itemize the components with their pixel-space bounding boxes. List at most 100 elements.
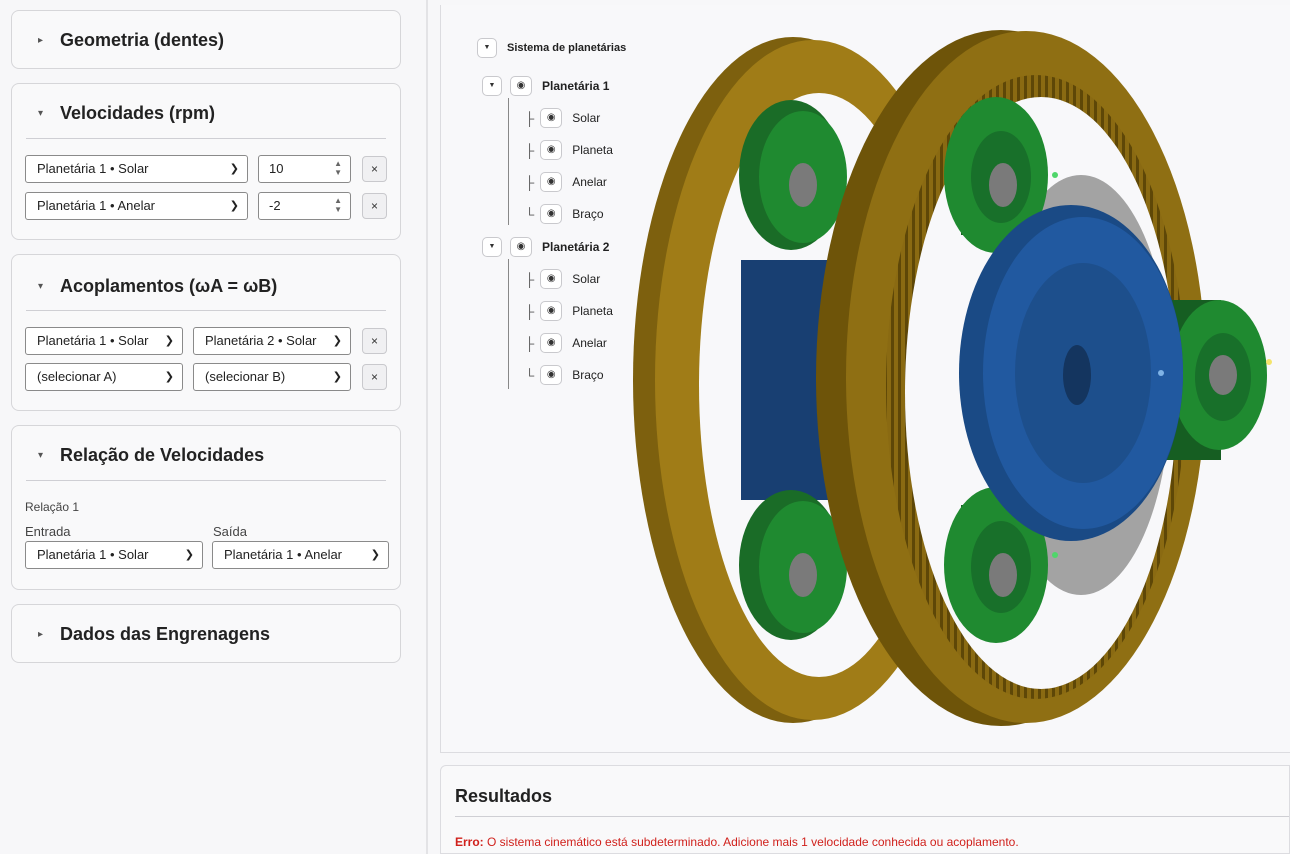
velocity-element-select[interactable]: Planetária 1 • Anelar ❯ (25, 192, 248, 220)
eye-icon[interactable]: ◉ (540, 365, 563, 385)
error-prefix: Erro: (455, 835, 484, 849)
error-text: O sistema cinemático está subdeterminado… (487, 835, 1019, 849)
section-acoplamentos-header[interactable]: ▾ Acoplamentos (ωA = ωB) (12, 255, 400, 317)
tree-branch-icon: ├ (525, 110, 535, 126)
tree-item: └ ◉ Braço (525, 204, 604, 224)
tree-item-label: Braço (572, 368, 604, 382)
tree-item-label: Solar (572, 111, 601, 125)
tree-branch-icon: ├ (525, 271, 535, 287)
tree-connector-line (508, 98, 509, 225)
divider (26, 480, 386, 481)
eye-icon[interactable]: ◉ (510, 76, 532, 96)
remove-coupling-button[interactable]: × (362, 364, 387, 390)
select-value: Planetária 1 • Solar (37, 333, 149, 348)
eye-icon[interactable]: ◉ (540, 333, 563, 353)
section-velocidades-header[interactable]: ▾ Velocidades (rpm) (12, 84, 400, 142)
gear-3d-viewer[interactable]: ▼ Sistema de planetárias ▼ ◉ Planetária … (440, 5, 1290, 753)
section-acoplamentos: ▾ Acoplamentos (ωA = ωB) Planetária 1 • … (11, 254, 401, 411)
tree-group-2: ▼ ◉ Planetária 2 (482, 237, 609, 257)
section-relacao: ▾ Relação de Velocidades Relação 1 Entra… (11, 425, 401, 590)
down-triangle-icon: ▾ (38, 449, 44, 461)
down-triangle-icon[interactable]: ▼ (477, 38, 497, 58)
tree-branch-icon: ├ (525, 142, 535, 158)
divider (26, 138, 386, 139)
tree-connector-line (508, 259, 509, 389)
chevron-down-icon: ❯ (229, 200, 239, 212)
select-value: Planetária 1 • Solar (37, 161, 149, 176)
sun-gear-front (959, 205, 1183, 541)
tree-item: ├ ◉ Planeta (525, 140, 613, 160)
section-relacao-header[interactable]: ▾ Relação de Velocidades (12, 426, 400, 484)
section-geometria: ▸ Geometria (dentes) (11, 10, 401, 69)
error-message: Erro: O sistema cinemático está subdeter… (455, 835, 1019, 849)
tree-item: ├ ◉ Solar (525, 269, 600, 289)
eye-icon[interactable]: ◉ (510, 237, 532, 257)
section-geometria-header[interactable]: ▸ Geometria (dentes) (12, 11, 400, 69)
marker-dot (1158, 370, 1164, 376)
right-triangle-icon: ▸ (38, 34, 44, 46)
input-label: Entrada (25, 524, 71, 539)
tree-group-label: Planetária 1 (542, 79, 610, 93)
velocity-value-input[interactable]: -2 ▲ ▼ (258, 192, 351, 220)
eye-icon[interactable]: ◉ (540, 140, 563, 160)
eye-icon[interactable]: ◉ (540, 269, 563, 289)
coupling-b-select[interactable]: Planetária 2 • Solar ❯ (193, 327, 351, 355)
coupling-a-select[interactable]: Planetária 1 • Solar ❯ (25, 327, 183, 355)
close-icon: × (370, 370, 378, 384)
results-panel: Resultados Erro: O sistema cinemático es… (440, 765, 1290, 854)
eye-icon[interactable]: ◉ (540, 172, 563, 192)
eye-icon[interactable]: ◉ (540, 204, 563, 224)
section-velocidades: ▾ Velocidades (rpm) Planetária 1 • Solar… (11, 83, 401, 240)
chevron-down-icon: ❯ (332, 371, 342, 383)
tree-branch-icon: ├ (525, 335, 535, 351)
tree-item: ├ ◉ Anelar (525, 333, 607, 353)
tree-group-1: ▼ ◉ Planetária 1 (482, 76, 609, 96)
coupling-a-select[interactable]: (selecionar A) ❯ (25, 363, 183, 391)
chevron-down-icon: ❯ (229, 163, 239, 175)
relation-output-select[interactable]: Planetária 1 • Anelar ❯ (212, 541, 389, 569)
relation-input-select[interactable]: Planetária 1 • Solar ❯ (25, 541, 203, 569)
eye-icon[interactable]: ◉ (540, 108, 563, 128)
tree-item: ├ ◉ Solar (525, 108, 600, 128)
stepper-icon[interactable]: ▲ ▼ (334, 159, 342, 177)
section-dados: ▸ Dados das Engrenagens (11, 604, 401, 663)
output-label: Saída (213, 524, 247, 539)
tree-item: ├ ◉ Planeta (525, 301, 613, 321)
tree-item: └ ◉ Braço (525, 365, 604, 385)
section-title: Relação de Velocidades (60, 444, 265, 465)
tree-item: ├ ◉ Anelar (525, 172, 607, 192)
section-title: Acoplamentos (ωA = ωB) (60, 275, 278, 296)
coupling-b-select[interactable]: (selecionar B) ❯ (193, 363, 351, 391)
tree-last-branch-icon: └ (525, 367, 535, 383)
remove-coupling-button[interactable]: × (362, 328, 387, 354)
down-triangle-icon[interactable]: ▼ (482, 237, 502, 257)
panel-splitter[interactable] (426, 0, 428, 854)
close-icon: × (370, 162, 378, 176)
down-triangle-icon: ▾ (38, 107, 44, 119)
tree-root: ▼ Sistema de planetárias (477, 38, 626, 58)
velocity-value-input[interactable]: 10 ▲ ▼ (258, 155, 351, 183)
tree-item-label: Solar (572, 272, 601, 286)
eye-icon[interactable]: ◉ (540, 301, 563, 321)
chevron-down-icon: ❯ (332, 335, 342, 347)
tree-item-label: Braço (572, 207, 604, 221)
remove-velocity-button[interactable]: × (362, 156, 387, 182)
marker-dot (1266, 359, 1272, 365)
select-value: Planetária 2 • Solar (205, 333, 317, 348)
marker-dot (1052, 172, 1058, 178)
section-title: Dados das Engrenagens (60, 623, 271, 644)
velocity-element-select[interactable]: Planetária 1 • Solar ❯ (25, 155, 248, 183)
chevron-down-icon: ❯ (370, 549, 380, 561)
tree-item-label: Planeta (572, 304, 613, 318)
remove-velocity-button[interactable]: × (362, 193, 387, 219)
section-title: Geometria (dentes) (60, 29, 225, 50)
down-triangle-icon[interactable]: ▼ (482, 76, 502, 96)
chevron-down-icon: ❯ (164, 335, 174, 347)
input-value: 10 (269, 161, 284, 176)
stepper-icon[interactable]: ▲ ▼ (334, 196, 342, 214)
right-triangle-icon: ▸ (38, 628, 44, 640)
section-dados-header[interactable]: ▸ Dados das Engrenagens (12, 605, 400, 663)
select-value: (selecionar A) (37, 369, 117, 384)
chevron-down-icon: ❯ (184, 549, 194, 561)
relation-label: Relação 1 (25, 500, 80, 514)
